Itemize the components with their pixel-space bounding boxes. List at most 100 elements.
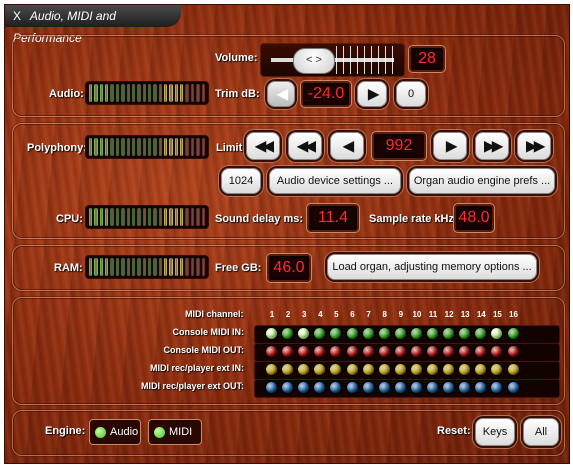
close-icon[interactable]: X bbox=[13, 9, 21, 23]
midi-channel-led[interactable] bbox=[394, 364, 406, 375]
meter-segment bbox=[131, 208, 136, 226]
sound-delay-display: 11.4 bbox=[307, 204, 359, 232]
midi-channel-number: 10 bbox=[412, 310, 422, 319]
midi-channel-led[interactable] bbox=[362, 364, 374, 375]
meter-segment bbox=[190, 138, 195, 156]
meter-segment bbox=[94, 258, 98, 276]
midi-channel-led[interactable] bbox=[410, 364, 422, 375]
trim-increase-button[interactable]: ▶ bbox=[357, 81, 387, 107]
midi-channel-led[interactable] bbox=[346, 382, 358, 393]
midi-channel-led[interactable] bbox=[266, 364, 277, 375]
midi-channel-number: 2 bbox=[285, 310, 291, 319]
reset-label: Reset: bbox=[437, 425, 471, 437]
meter-segment bbox=[147, 138, 152, 156]
midi-channel-led[interactable] bbox=[346, 328, 358, 339]
meter-segment bbox=[110, 208, 114, 226]
polyphony-label: Polyphony: bbox=[27, 142, 87, 154]
midi-row-label: MIDI rec/player ext OUT: bbox=[140, 381, 244, 391]
meter-segment bbox=[147, 84, 152, 102]
meter-segment bbox=[174, 138, 179, 156]
meter-segment bbox=[180, 138, 184, 156]
midi-channel-led[interactable] bbox=[410, 382, 422, 393]
volume-slider-knob[interactable]: < > bbox=[293, 48, 335, 74]
midi-channel-number: 15 bbox=[492, 310, 502, 319]
meter-segment bbox=[142, 258, 146, 276]
midi-channel-led[interactable] bbox=[507, 382, 519, 393]
meter-segment bbox=[89, 84, 93, 102]
load-organ-button[interactable]: Load organ, adjusting memory options ... bbox=[327, 254, 537, 280]
midi-row-label: MIDI rec/player ext IN: bbox=[149, 363, 244, 373]
midi-channel-led[interactable] bbox=[362, 382, 374, 393]
limit-increase-large-button[interactable]: ▶▶ bbox=[517, 132, 551, 160]
limit-decrease-large-button[interactable]: ◀◀ bbox=[246, 132, 280, 160]
meter-segment bbox=[110, 84, 114, 102]
midi-channel-number: 8 bbox=[382, 310, 387, 319]
ram-meter bbox=[85, 255, 209, 279]
midi-channel-led[interactable] bbox=[378, 346, 390, 357]
midi-channel-led[interactable] bbox=[266, 382, 277, 393]
midi-channel-led[interactable] bbox=[427, 328, 438, 339]
meter-segment bbox=[153, 138, 157, 156]
midi-channel-led[interactable] bbox=[394, 382, 406, 393]
midi-channel-led[interactable] bbox=[410, 346, 422, 357]
midi-channel-led[interactable] bbox=[427, 382, 438, 393]
midi-channel-led[interactable] bbox=[266, 346, 277, 357]
midi-channel-led[interactable] bbox=[427, 346, 438, 357]
midi-channel-led[interactable] bbox=[427, 364, 438, 375]
organ-audio-engine-prefs-button[interactable]: Organ audio engine prefs ... bbox=[409, 168, 555, 194]
midi-channel-led[interactable] bbox=[346, 364, 358, 375]
meter-segment bbox=[89, 258, 93, 276]
meter-segment bbox=[126, 138, 130, 156]
midi-channel-number: 1 bbox=[269, 310, 275, 319]
midi-channel-led[interactable] bbox=[362, 328, 374, 339]
reset-all-button[interactable]: All bbox=[523, 418, 559, 446]
meter-segment bbox=[142, 84, 146, 102]
midi-channel-led[interactable] bbox=[507, 364, 519, 375]
midi-channel-led[interactable] bbox=[378, 382, 390, 393]
meter-segment bbox=[196, 208, 200, 226]
meter-segment bbox=[158, 258, 163, 276]
midi-channel-number: 9 bbox=[398, 310, 404, 319]
meter-segment bbox=[190, 84, 195, 102]
limit-increase-button[interactable]: ▶ bbox=[433, 132, 467, 160]
trim-decrease-button[interactable]: ◀ bbox=[267, 81, 295, 107]
engine-audio-button[interactable]: Audio bbox=[89, 419, 141, 445]
meter-segment bbox=[121, 208, 125, 226]
midi-channel-led[interactable] bbox=[507, 328, 519, 339]
midi-channel-number: 13 bbox=[460, 310, 470, 319]
meter-segment bbox=[105, 208, 109, 226]
meter-segment bbox=[105, 84, 109, 102]
trim-reset-button[interactable]: 0 bbox=[396, 81, 426, 107]
midi-channel-led[interactable] bbox=[362, 346, 374, 357]
meter-segment bbox=[180, 84, 184, 102]
midi-channel-led[interactable] bbox=[378, 328, 390, 339]
volume-slider[interactable]: < > bbox=[260, 43, 405, 77]
midi-row-label: Console MIDI OUT: bbox=[163, 345, 245, 355]
meter-segment bbox=[153, 258, 157, 276]
engine-midi-button[interactable]: MIDI bbox=[148, 419, 202, 445]
ram-label: RAM: bbox=[54, 262, 83, 274]
limit-increase-medium-button[interactable]: ▶▶ bbox=[475, 132, 509, 160]
meter-segment bbox=[185, 84, 189, 102]
limit-decrease-button[interactable]: ◀ bbox=[330, 132, 364, 160]
midi-channel-led[interactable] bbox=[394, 346, 406, 357]
polyphony-preset-button[interactable]: 1024 bbox=[221, 168, 261, 194]
limit-decrease-medium-button[interactable]: ◀◀ bbox=[288, 132, 322, 160]
reset-keys-button[interactable]: Keys bbox=[475, 418, 515, 446]
meter-segment bbox=[196, 138, 200, 156]
midi-channel-number: 16 bbox=[509, 310, 518, 319]
meter-segment bbox=[180, 208, 184, 226]
midi-channel-led[interactable] bbox=[507, 346, 519, 357]
meter-segment bbox=[174, 84, 179, 102]
meter-segment bbox=[142, 138, 146, 156]
midi-channel-led[interactable] bbox=[378, 364, 390, 375]
audio-device-settings-button[interactable]: Audio device settings ... bbox=[269, 168, 401, 194]
meter-segment bbox=[94, 138, 98, 156]
midi-channel-led[interactable] bbox=[410, 328, 422, 339]
meter-segment bbox=[142, 208, 146, 226]
meter-segment bbox=[126, 84, 130, 102]
midi-channel-led[interactable] bbox=[266, 328, 277, 339]
midi-channel-led[interactable] bbox=[394, 328, 406, 339]
meter-segment bbox=[153, 208, 157, 226]
midi-channel-led[interactable] bbox=[346, 346, 358, 357]
